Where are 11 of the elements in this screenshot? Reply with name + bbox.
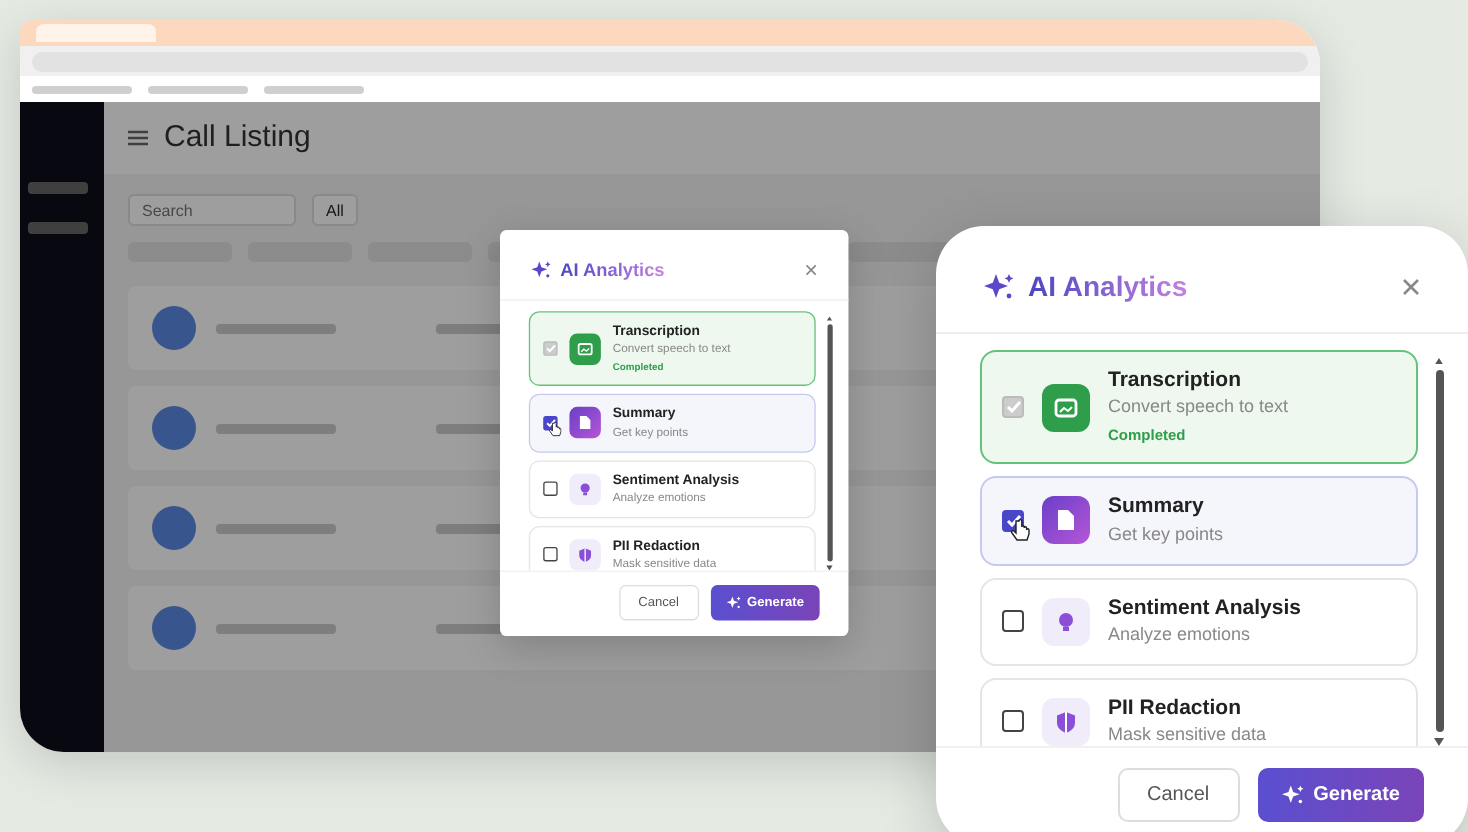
dialog-title: AI Analytics (1028, 270, 1188, 304)
option-title: Summary (1108, 494, 1206, 522)
option-title: PII Redaction (1108, 695, 1244, 723)
option-title: Sentiment Analysis (1108, 595, 1301, 623)
option-title: Transcription (1108, 367, 1244, 395)
page-title: Call Listing (164, 117, 311, 158)
option-description: Mask sensitive data (1108, 722, 1267, 746)
option-description: Get key points (1108, 521, 1224, 548)
option-description: Analyze emotions (1108, 622, 1253, 648)
option-description: Convert speech to text (1108, 394, 1289, 421)
dialog-title: AI Analytics (560, 258, 665, 281)
